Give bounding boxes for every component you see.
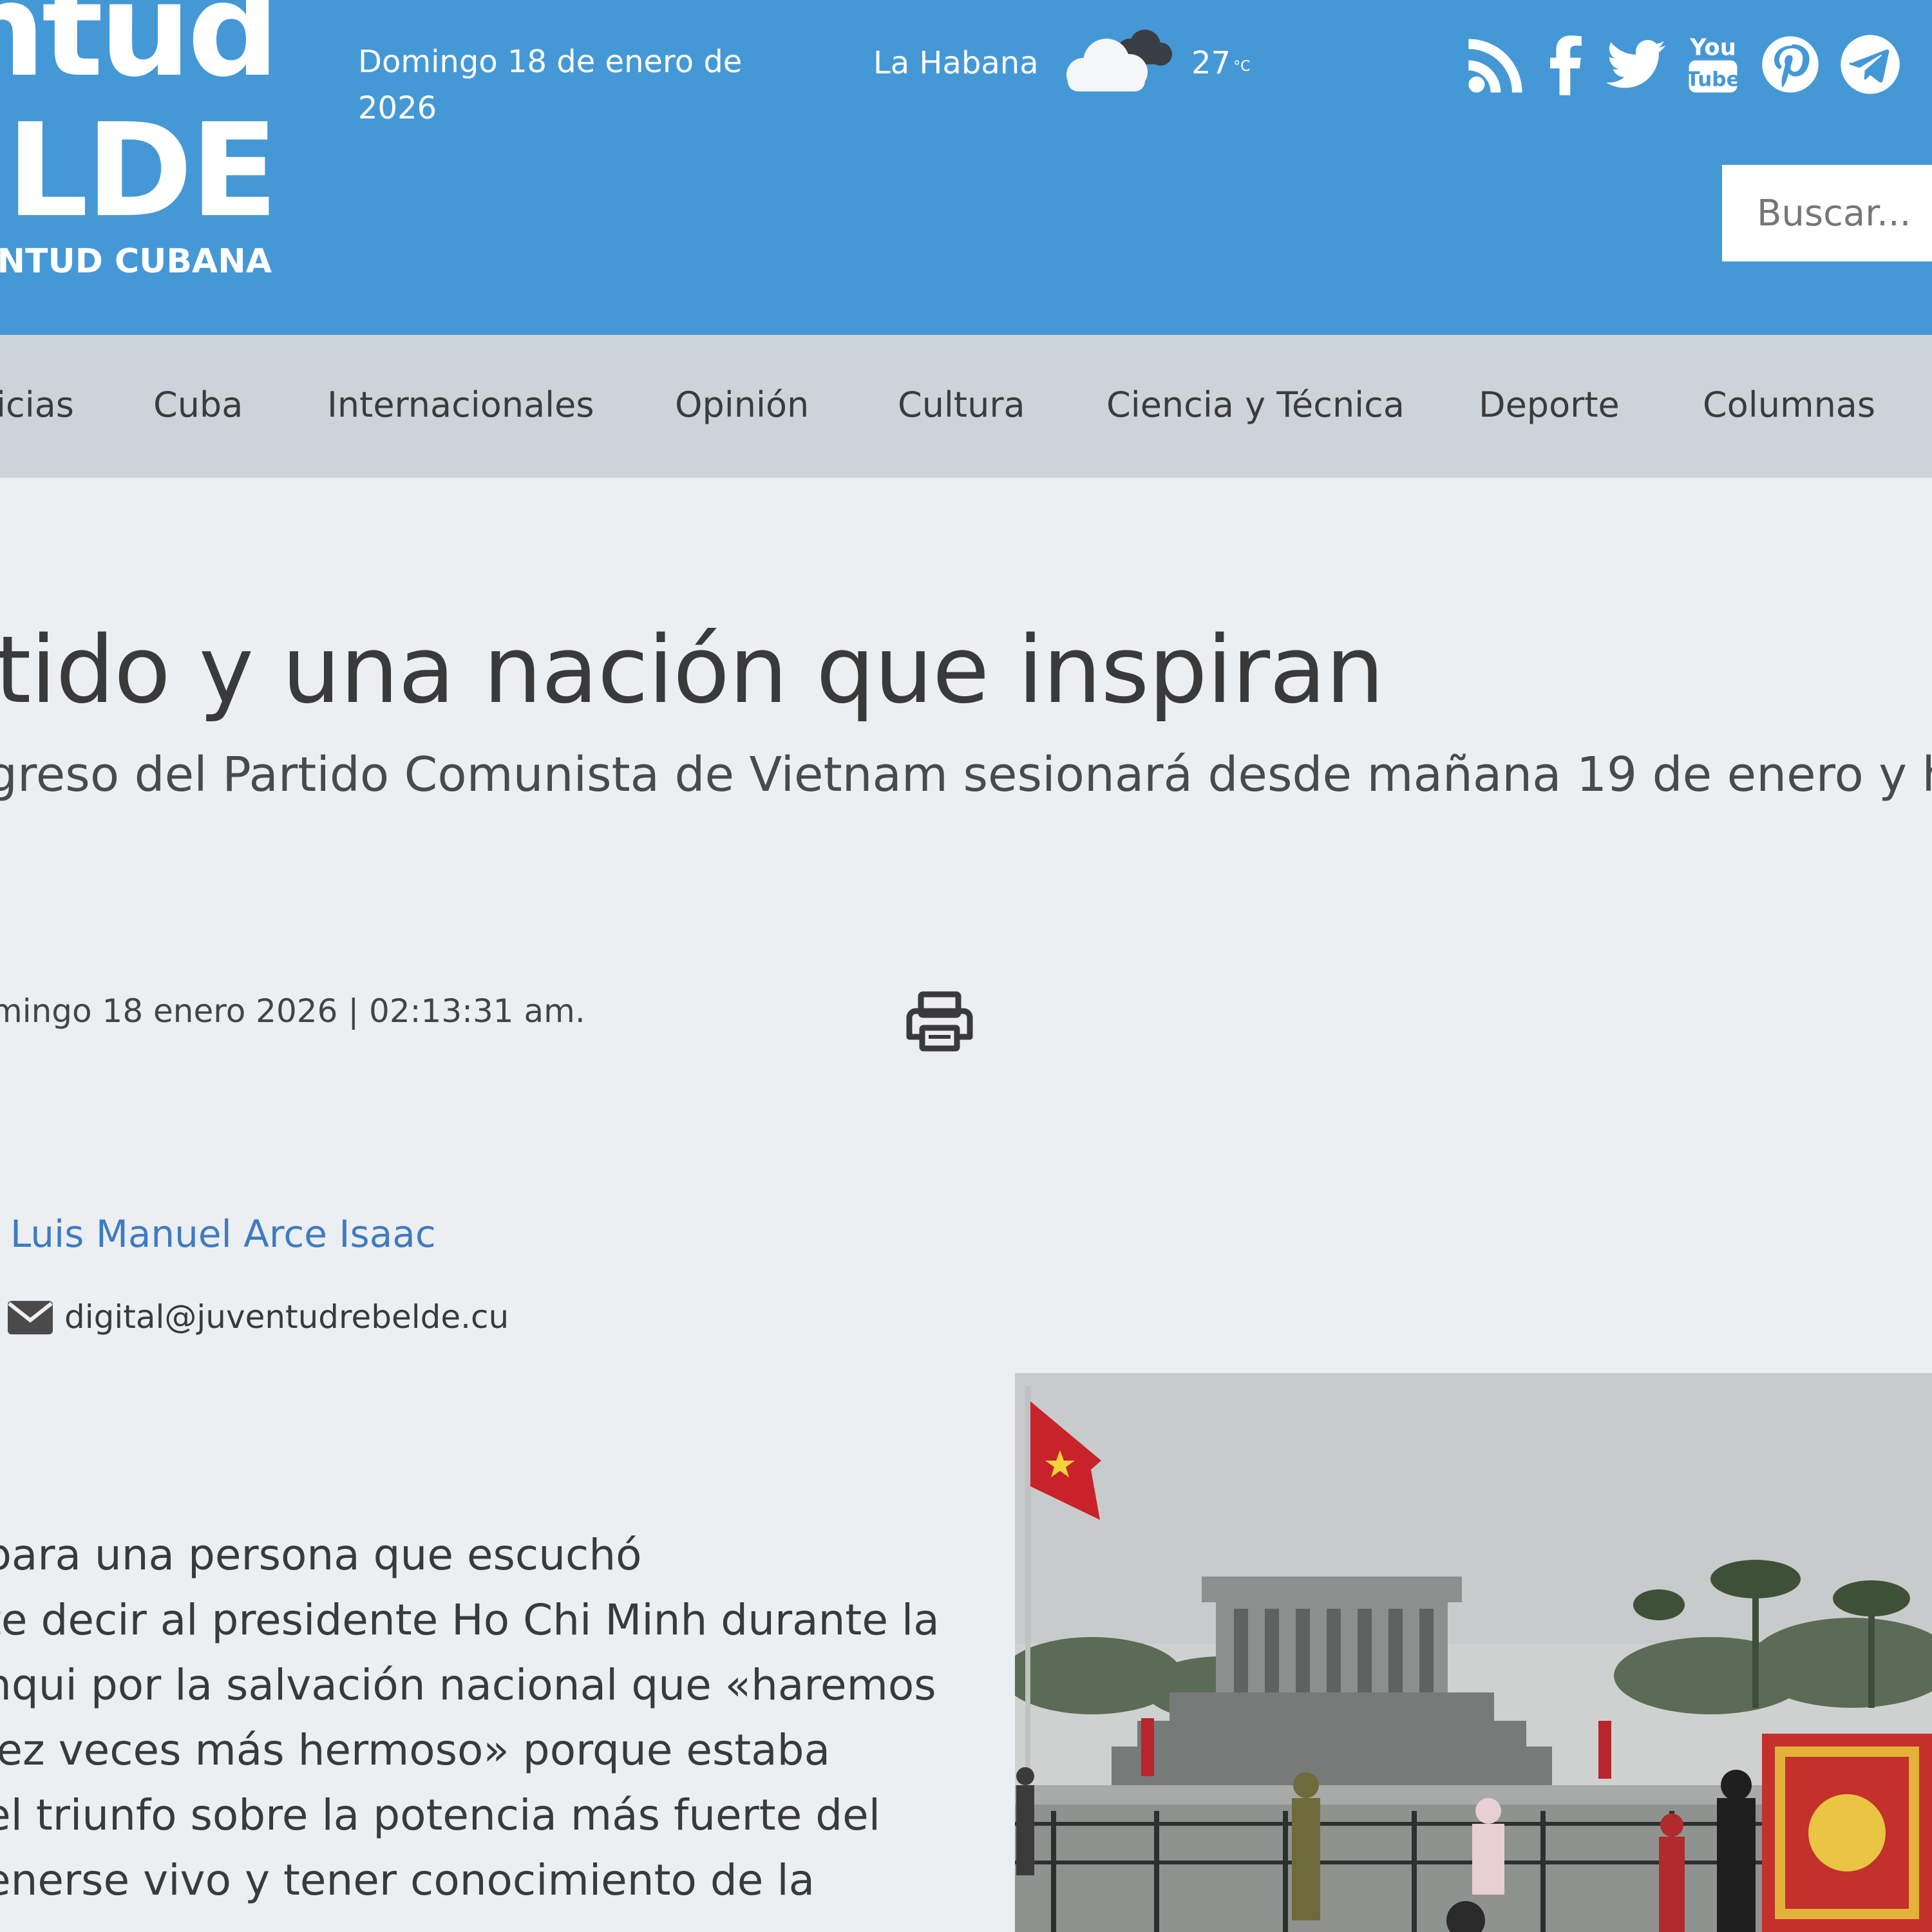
search-input[interactable] bbox=[1722, 165, 1932, 261]
author-email: digital@juventudrebelde.cu bbox=[64, 1298, 509, 1336]
main-nav: icias Cuba Internacionales Opinión Cultu… bbox=[0, 335, 1932, 478]
logo-text-line1: ntud bbox=[0, 0, 279, 106]
nav-item-noticias[interactable]: icias bbox=[0, 383, 74, 428]
nav-item-cuba[interactable]: Cuba bbox=[153, 383, 243, 428]
body-line: nqui por la salvación nacional que «hare… bbox=[0, 1660, 936, 1710]
header-date-line2: 2026 bbox=[358, 90, 437, 126]
article-title: tido y una nación que inspiran bbox=[0, 616, 1385, 724]
envelope-icon bbox=[6, 1300, 54, 1336]
article-date: mingo 18 enero 2026 | 02:13:31 am. bbox=[0, 992, 585, 1030]
nav-item-deporte[interactable]: Deporte bbox=[1479, 383, 1620, 428]
twitter-icon[interactable] bbox=[1602, 31, 1669, 98]
weather-temperature: 27 °C bbox=[1191, 43, 1250, 84]
cloudy-icon bbox=[1054, 26, 1176, 97]
nav-item-cultura[interactable]: Cultura bbox=[898, 383, 1025, 428]
telegram-icon[interactable] bbox=[1837, 31, 1904, 98]
nav-item-opinion[interactable]: Opinión bbox=[675, 383, 809, 428]
rss-icon[interactable] bbox=[1462, 31, 1529, 98]
nav-item-ciencia-y-tecnica[interactable]: Ciencia y Técnica bbox=[1106, 383, 1405, 428]
weather-city: La Habana bbox=[873, 45, 1039, 81]
body-line: para una persona que escuchó bbox=[0, 1530, 642, 1580]
temperature-value: 27 bbox=[1191, 45, 1231, 81]
temperature-unit: °C bbox=[1233, 59, 1251, 75]
body-line: te decir al presidente Ho Chi Minh duran… bbox=[0, 1595, 940, 1645]
logo-tagline: NTUD CUBANA bbox=[0, 242, 272, 281]
body-line: enerse vivo y tener conocimiento de la bbox=[0, 1855, 815, 1905]
facebook-icon[interactable] bbox=[1533, 31, 1600, 98]
article-subtitle: greso del Partido Comunista de Vietnam s… bbox=[0, 747, 1932, 802]
nav-item-columnas[interactable]: Columnas bbox=[1703, 383, 1875, 428]
author-link[interactable]: Luis Manuel Arce Isaac bbox=[10, 1209, 436, 1258]
header-date-line1: Domingo 18 de enero de bbox=[358, 44, 743, 80]
nav-item-internacionales[interactable]: Internacionales bbox=[327, 383, 594, 428]
print-icon[interactable] bbox=[904, 989, 975, 1054]
logo-text-line2: ELDE bbox=[0, 96, 278, 246]
body-line: iez veces más hermoso» porque estaba bbox=[0, 1725, 831, 1775]
body-line: el triunfo sobre la potencia más fuerte … bbox=[0, 1790, 881, 1840]
youtube-icon[interactable]: You Tube bbox=[1680, 31, 1747, 98]
svg-text:You: You bbox=[1689, 34, 1736, 61]
site-header: ntud ELDE NTUD CUBANA Domingo 18 de ener… bbox=[0, 0, 1932, 335]
article-body: para una persona que escuchó te decir al… bbox=[0, 1522, 963, 1913]
site-logo[interactable]: ntud ELDE NTUD CUBANA bbox=[0, 0, 283, 296]
pinterest-icon[interactable] bbox=[1757, 31, 1824, 98]
header-date: Domingo 18 de enero de 2026 bbox=[358, 39, 757, 131]
article-photo[interactable] bbox=[1015, 1373, 1932, 1932]
svg-text:Tube: Tube bbox=[1686, 68, 1740, 91]
